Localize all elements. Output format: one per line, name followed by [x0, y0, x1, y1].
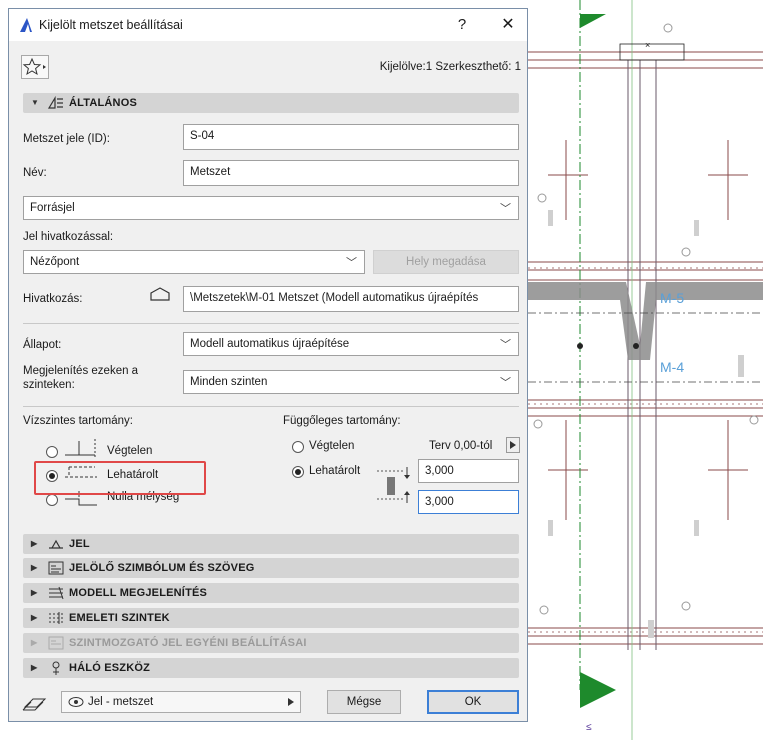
selected-option-highlight — [34, 461, 206, 495]
title-bar[interactable]: Kijelölt metszet beállításai ? ✕ — [9, 9, 527, 41]
status-label: Állapot: — [23, 339, 62, 351]
star-icon — [22, 57, 46, 76]
general-settings-icon — [47, 95, 63, 109]
divider — [23, 406, 519, 407]
horizontal-zero-depth-radio[interactable] — [46, 494, 58, 506]
reference-label: Hivatkozás: — [23, 293, 83, 305]
chevron-right-icon: ▶ — [31, 663, 38, 672]
chevron-down-icon: ﹀ — [346, 257, 357, 269]
display-levels-label-1: Megjelenítés ezeken a — [23, 365, 139, 377]
model-display-icon — [49, 586, 64, 600]
display-levels-value: Minden szinten — [190, 376, 268, 388]
marker-icon — [49, 539, 63, 549]
vertical-top-field[interactable]: 3,000 — [418, 459, 519, 483]
chevron-down-icon: ﹀ — [500, 203, 511, 215]
ref-with-value: Nézőpont — [30, 256, 80, 268]
section-story-levels-label: EMELETI SZINTEK — [69, 612, 170, 624]
cancel-button[interactable]: Mégse — [327, 690, 401, 714]
source-marker-value: Forrásjel — [30, 202, 75, 214]
ok-button[interactable]: OK — [427, 690, 519, 714]
plan-drawing-svg: M-5 M-4 × ≤ — [528, 0, 763, 740]
grid-tool-icon — [52, 661, 60, 675]
vertical-infinite-radio[interactable] — [292, 441, 304, 453]
favorites-button[interactable] — [21, 55, 49, 79]
eye-icon — [68, 697, 84, 707]
section-settings-dialog: Kijelölt metszet beállításai ? ✕ Kijelöl… — [8, 8, 528, 722]
section-marker-header[interactable]: ▶ JEL — [23, 534, 519, 554]
help-button[interactable]: ? — [449, 14, 475, 36]
chevron-right-icon: ▶ — [31, 563, 38, 572]
svg-text:×: × — [645, 40, 650, 50]
chevron-right-icon: ▶ — [31, 613, 38, 622]
layer-select[interactable]: Jel - metszet — [61, 691, 301, 713]
display-levels-select[interactable]: Minden szinten ﹀ — [183, 370, 519, 394]
vertical-limited-label: Lehatárolt — [309, 465, 361, 477]
chevron-right-icon — [510, 441, 516, 449]
ref-with-label: Jel hivatkozással: — [23, 231, 114, 243]
svg-text:≤: ≤ — [586, 722, 592, 733]
section-marker-symbol-text-label: JELÖLŐ SZIMBÓLUM ÉS SZÖVEG — [69, 562, 255, 574]
id-field[interactable]: S-04 — [183, 124, 519, 150]
chevron-right-icon: ▶ — [31, 588, 38, 597]
dialog-title: Kijelölt metszet beállításai — [39, 18, 183, 32]
layer-value: Jel - metszet — [88, 696, 154, 708]
section-model-display-label: MODELL MEGJELENÍTÉS — [69, 587, 208, 599]
horizontal-range-title: Vízszintes tartomány: — [23, 415, 133, 427]
chevron-down-icon: ▼ — [31, 98, 39, 107]
section-marker-label: JEL — [69, 538, 90, 550]
status-select[interactable]: Modell automatikus újraépítése ﹀ — [183, 332, 519, 356]
divider — [23, 323, 519, 324]
svg-text:M-4: M-4 — [660, 359, 684, 375]
section-marker-symbol-text-header[interactable]: ▶ JELÖLŐ SZIMBÓLUM ÉS SZÖVEG — [23, 558, 519, 578]
vertical-bottom-field[interactable]: 3,000 — [418, 490, 519, 514]
section-model-display-header[interactable]: ▶ MODELL MEGJELENÍTÉS — [23, 583, 519, 603]
horizontal-infinite-radio[interactable] — [46, 446, 58, 458]
chevron-down-icon: ﹀ — [500, 339, 511, 351]
chevron-right-icon — [288, 698, 294, 706]
chevron-right-icon: ▶ — [31, 539, 38, 548]
name-label: Név: — [23, 167, 47, 179]
source-marker-select[interactable]: Forrásjel ﹀ — [23, 196, 519, 220]
symbol-text-icon — [48, 561, 64, 575]
chevron-right-icon: ▶ — [31, 638, 38, 647]
display-levels-label-2: szinteken: — [23, 379, 75, 391]
dialog-footer: Jel - metszet Mégse OK — [9, 686, 527, 721]
reference-path-field[interactable]: \Metszetek\M-01 Metszet (Modell automati… — [183, 286, 519, 312]
vertical-range-title: Függőleges tartomány: — [283, 415, 401, 427]
horizontal-infinite-label: Végtelen — [107, 445, 153, 457]
section-grid-tool-header[interactable]: ▶ HÁLÓ ESZKÖZ — [23, 658, 519, 678]
layers-icon — [22, 698, 47, 711]
vertical-range-icon — [377, 467, 410, 503]
section-general-header[interactable]: ▼ ÁLTALÁNOS — [23, 93, 519, 113]
vertical-limited-radio[interactable] — [292, 466, 304, 478]
reference-arrow-button[interactable] — [506, 437, 520, 453]
section-general-label: ÁLTALÁNOS — [69, 97, 137, 109]
section-grid-tool-label: HÁLÓ ESZKÖZ — [69, 662, 151, 674]
ref-with-select[interactable]: Nézőpont ﹀ — [23, 250, 365, 274]
archicad-app-icon — [20, 18, 32, 32]
level-marker-icon — [48, 636, 64, 650]
svg-text:M-5: M-5 — [660, 290, 684, 306]
set-location-button[interactable]: Hely megadása — [373, 250, 519, 274]
chevron-down-icon: ﹀ — [500, 377, 511, 389]
section-level-marker-header[interactable]: ▶ SZINTMOZGATÓ JEL EGYÉNI BEÁLLÍTÁSAI — [23, 633, 519, 653]
id-label: Metszet jele (ID): — [23, 133, 110, 145]
infinite-depth-icon — [65, 439, 96, 457]
story-levels-icon — [49, 612, 63, 624]
name-field[interactable]: Metszet — [183, 160, 519, 186]
section-level-marker-label: SZINTMOZGATÓ JEL EGYÉNI BEÁLLÍTÁSAI — [69, 637, 307, 649]
close-button[interactable]: ✕ — [495, 14, 521, 36]
vertical-infinite-label: Végtelen — [309, 440, 355, 452]
reference-marker-icon[interactable] — [149, 286, 171, 302]
status-value: Modell automatikus újraépítése — [190, 338, 350, 350]
selection-info: Kijelölve:1 Szerkeszthető: 1 — [379, 61, 521, 73]
section-story-levels-header[interactable]: ▶ EMELETI SZINTEK — [23, 608, 519, 628]
vertical-reference-label: Terv 0,00-tól — [429, 440, 493, 452]
plan-drawing-canvas[interactable]: M-5 M-4 × ≤ — [528, 0, 763, 742]
